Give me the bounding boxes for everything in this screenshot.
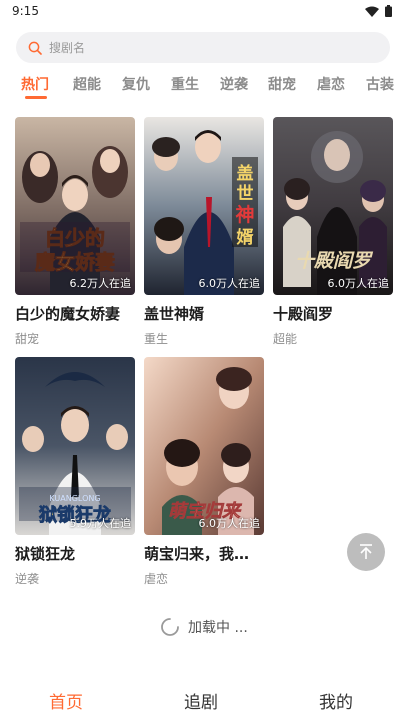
category-tabs: 热门 超能 复仇 重生 逆袭 甜宠 虐恋 古装 <box>0 70 406 104</box>
tab-superpower[interactable]: 超能 <box>73 74 101 94</box>
loading-indicator: 加载中 ... <box>160 617 248 637</box>
battery-icon <box>385 5 392 17</box>
drama-tag: 超能 <box>273 332 298 346</box>
loading-text: 加载中 ... <box>188 620 248 636</box>
drama-card[interactable]: 萌宝归来 6.0万人在追 萌宝归来，我… 虐恋 <box>144 357 264 587</box>
drama-card[interactable]: 十殿阎罗 6.0万人在追 十殿阎罗 超能 <box>273 117 393 347</box>
drama-card[interactable]: 白少的 魔女娇妻 6.2万人在追 白少的魔女娇妻 甜宠 <box>15 117 135 347</box>
drama-poster[interactable]: 十殿阎罗 6.0万人在追 <box>273 117 393 295</box>
arrow-up-icon <box>360 544 372 559</box>
drama-poster[interactable]: 盖 世 神 婿 6.0万人在追 <box>144 117 264 295</box>
svg-text:神: 神 <box>235 203 254 226</box>
poster-title-art: 白少的 <box>45 226 105 250</box>
tab-revenge[interactable]: 复仇 <box>122 74 150 94</box>
drama-poster[interactable]: KUANGLONG 狱锁狂龙 5.9万人在追 <box>15 357 135 535</box>
back-to-top-button[interactable] <box>347 533 385 571</box>
tab-hot[interactable]: 热门 <box>21 74 49 94</box>
nav-following[interactable]: 追剧 <box>184 688 218 713</box>
nav-home[interactable]: 首页 <box>49 688 83 713</box>
drama-title[interactable]: 盖世神婿 <box>144 303 264 324</box>
follower-count: 5.9万人在追 <box>69 517 132 530</box>
drama-title[interactable]: 萌宝归来，我… <box>144 543 264 564</box>
nav-profile[interactable]: 我的 <box>319 688 353 713</box>
drama-card[interactable]: KUANGLONG 狱锁狂龙 5.9万人在追 狱锁狂龙 逆袭 <box>15 357 135 587</box>
drama-tag: 重生 <box>144 332 169 346</box>
tab-costume[interactable]: 古装 <box>366 74 394 94</box>
drama-tag: 甜宠 <box>15 332 40 346</box>
drama-tag: 虐恋 <box>144 572 169 586</box>
svg-text:KUANGLONG: KUANGLONG <box>49 494 100 503</box>
svg-text:世: 世 <box>237 184 254 204</box>
tab-rebirth[interactable]: 重生 <box>171 74 199 94</box>
active-tab-indicator <box>25 96 47 99</box>
svg-text:魔女娇妻: 魔女娇妻 <box>35 250 115 274</box>
drama-title[interactable]: 狱锁狂龙 <box>15 543 135 564</box>
search-bar[interactable] <box>16 32 390 63</box>
follower-count: 6.0万人在追 <box>198 517 261 530</box>
wifi-icon <box>365 6 379 17</box>
poster-title-art: 盖 <box>237 163 254 184</box>
drama-poster[interactable]: 萌宝归来 6.0万人在追 <box>144 357 264 535</box>
search-input[interactable] <box>49 40 349 55</box>
status-time: 9:15 <box>12 4 39 18</box>
status-bar: 9:15 <box>0 0 406 24</box>
poster-title-art: 十殿阎罗 <box>295 250 374 272</box>
spinner-icon <box>161 618 179 636</box>
follower-count: 6.0万人在追 <box>327 277 390 290</box>
svg-text:婿: 婿 <box>237 227 254 248</box>
drama-poster[interactable]: 白少的 魔女娇妻 6.2万人在追 <box>15 117 135 295</box>
follower-count: 6.2万人在追 <box>69 277 132 290</box>
tab-comeback[interactable]: 逆袭 <box>220 74 248 94</box>
search-icon <box>28 41 42 55</box>
drama-title[interactable]: 十殿阎罗 <box>273 303 393 324</box>
status-icons <box>365 5 392 17</box>
tab-heartbreak[interactable]: 虐恋 <box>317 74 345 94</box>
bottom-navigation: 首页 追剧 我的 <box>0 672 406 722</box>
follower-count: 6.0万人在追 <box>198 277 261 290</box>
drama-tag: 逆袭 <box>15 572 40 586</box>
drama-card[interactable]: 盖 世 神 婿 6.0万人在追 盖世神婿 重生 <box>144 117 264 347</box>
drama-title[interactable]: 白少的魔女娇妻 <box>15 303 135 324</box>
tab-sweet[interactable]: 甜宠 <box>268 74 296 94</box>
